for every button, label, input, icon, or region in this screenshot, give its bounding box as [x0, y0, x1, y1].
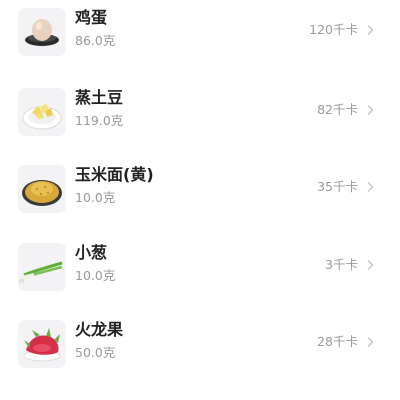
- dragonfruit-icon: [18, 320, 66, 368]
- food-row-cornmeal[interactable]: 玉米面(黄) 10.0克 35千卡: [0, 165, 400, 235]
- food-name: 小葱: [75, 243, 108, 262]
- cornmeal-icon: [18, 165, 66, 213]
- food-row-dragon-fruit[interactable]: 火龙果 50.0克 28千卡: [0, 320, 400, 390]
- food-list: 鸡蛋 86.0克 120千卡 蒸土豆 119.0克 82千卡 玉米面(黄) 10…: [0, 0, 400, 400]
- food-name: 鸡蛋: [75, 8, 108, 27]
- food-calories: 3千卡: [325, 257, 358, 272]
- food-calories: 82千卡: [317, 102, 358, 117]
- food-calories: 120千卡: [309, 22, 358, 37]
- chevron-right-icon: [364, 181, 376, 193]
- food-row-egg[interactable]: 鸡蛋 86.0克 120千卡: [0, 8, 400, 78]
- chevron-right-icon: [364, 24, 376, 36]
- egg-icon: [18, 8, 66, 56]
- food-weight: 86.0克: [75, 33, 116, 48]
- food-calories: 28千卡: [317, 334, 358, 349]
- scallion-icon: [18, 243, 66, 291]
- food-weight: 50.0克: [75, 345, 116, 360]
- food-row-scallion[interactable]: 小葱 10.0克 3千卡: [0, 243, 400, 313]
- food-weight: 10.0克: [75, 190, 116, 205]
- food-name: 玉米面(黄): [75, 165, 154, 184]
- food-row-steamed-potato[interactable]: 蒸土豆 119.0克 82千卡: [0, 88, 400, 158]
- food-weight: 119.0克: [75, 113, 124, 128]
- potato-icon: [18, 88, 66, 136]
- food-name: 火龙果: [75, 320, 124, 339]
- food-weight: 10.0克: [75, 268, 116, 283]
- chevron-right-icon: [364, 259, 376, 271]
- chevron-right-icon: [364, 336, 376, 348]
- chevron-right-icon: [364, 104, 376, 116]
- food-name: 蒸土豆: [75, 88, 124, 107]
- food-calories: 35千卡: [317, 179, 358, 194]
